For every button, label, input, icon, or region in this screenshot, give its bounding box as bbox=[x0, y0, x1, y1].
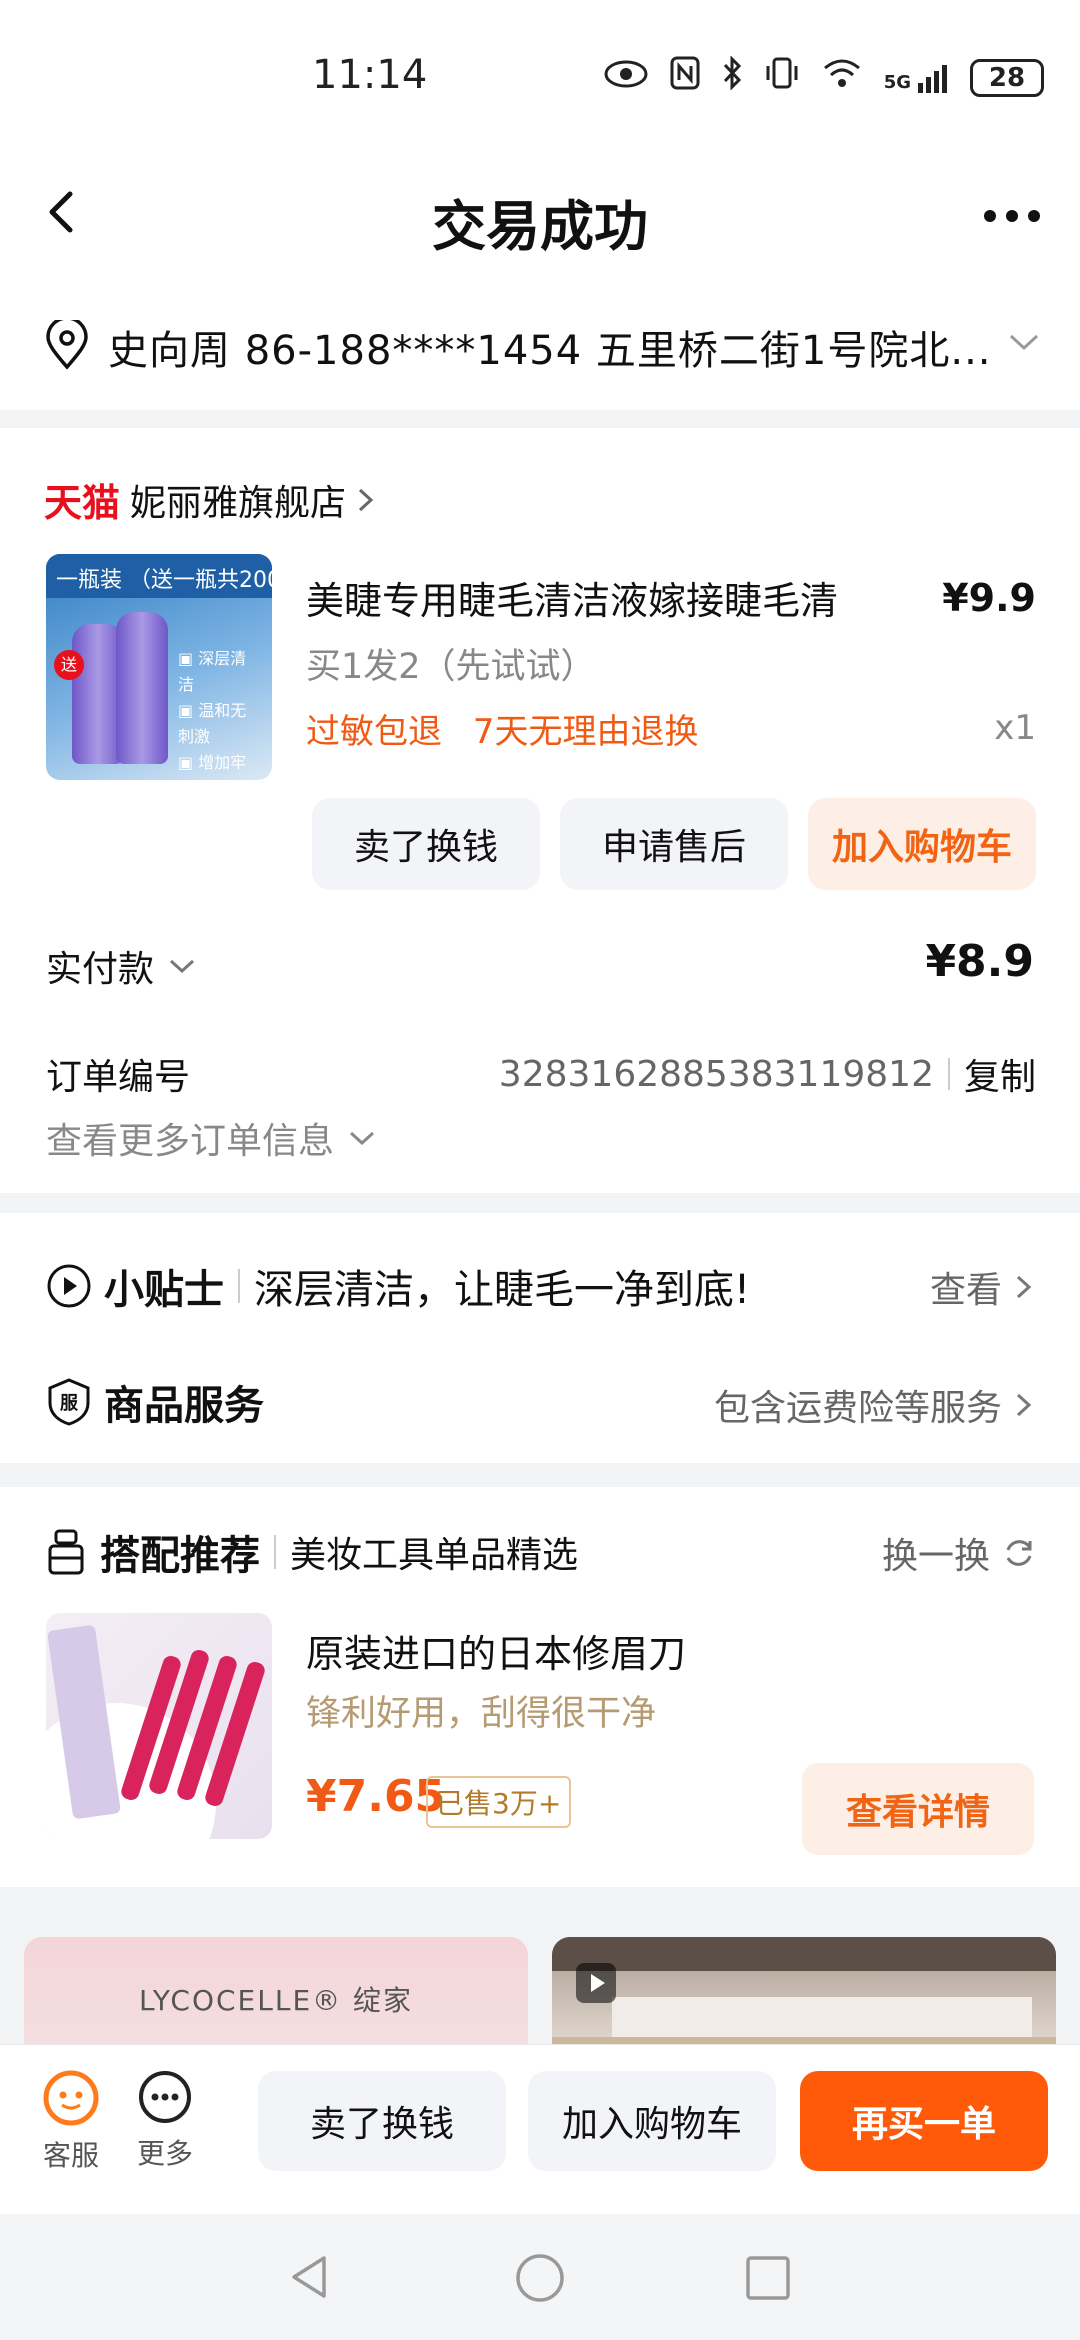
recommended-product-title[interactable]: 原装进口的日本修眉刀 bbox=[306, 1623, 686, 1678]
recommendation-label: 搭配推荐 bbox=[100, 1533, 260, 1579]
product-quantity: x1 bbox=[994, 708, 1036, 748]
shipping-address[interactable]: 史向周 86-188****1454 五里桥二街1号院北... bbox=[0, 270, 1080, 410]
chevron-right-icon bbox=[1016, 1275, 1032, 1299]
vibrate-icon bbox=[764, 56, 800, 99]
after-sale-button[interactable]: 申请售后 bbox=[560, 798, 788, 890]
recommendation-section: 搭配推荐 美妆工具单品精选 换一换 原装进口的日本修眉刀 锋利好用，刮得很干净 … bbox=[0, 1487, 1080, 1887]
view-details-button[interactable]: 查看详情 bbox=[802, 1763, 1034, 1855]
tmall-logo: 天猫 bbox=[44, 481, 121, 525]
dot-icon bbox=[1028, 210, 1040, 222]
square-recents-icon bbox=[746, 2256, 790, 2300]
refresh-icon bbox=[1006, 1540, 1032, 1566]
nav-recents-button[interactable] bbox=[744, 2254, 792, 2306]
product-image-badge: 一瓶装 （送一瓶共200ML） bbox=[46, 554, 272, 598]
add-to-cart-button[interactable]: 加入购物车 bbox=[808, 798, 1036, 890]
play-circle-icon bbox=[47, 1264, 91, 1308]
sell-for-cash-bottom-button[interactable]: 卖了换钱 bbox=[258, 2071, 506, 2171]
svg-text:服: 服 bbox=[60, 1393, 79, 1414]
chevron-down-icon bbox=[1008, 332, 1040, 356]
service-link[interactable]: 包含运费险等服务 bbox=[714, 1379, 1036, 1431]
chevron-right-icon bbox=[359, 488, 374, 511]
swap-label: 换一换 bbox=[881, 1536, 990, 1577]
service-row[interactable]: 服 商品服务 bbox=[46, 1373, 264, 1431]
nav-back-button[interactable] bbox=[284, 2252, 334, 2306]
paid-amount-toggle[interactable]: 实付款 bbox=[46, 940, 196, 992]
tips-view-link[interactable]: 查看 bbox=[930, 1261, 1036, 1313]
tips-label: 小贴士 bbox=[104, 1267, 224, 1313]
address-text: 史向周 86-188****1454 五里桥二街1号院北... bbox=[108, 328, 992, 374]
nav-home-button[interactable] bbox=[514, 2252, 566, 2308]
tag-allergy-refund: 过敏包退 bbox=[306, 712, 442, 752]
wifi-icon bbox=[822, 57, 862, 98]
feed-brand: LYCOCELLE® 绽家 bbox=[138, 1984, 414, 2017]
copy-button[interactable]: 复制 bbox=[964, 1048, 1036, 1100]
product-image[interactable]: 一瓶装 （送一瓶共200ML） ▣ 深层清洁▣ 温和无刺激▣ 增加牢固度 送 bbox=[46, 554, 272, 780]
store-header[interactable]: 天猫 妮丽雅旗舰店 bbox=[44, 472, 378, 527]
bluetooth-icon bbox=[722, 55, 742, 99]
product-sku: 买1发2（先试试） bbox=[306, 647, 596, 687]
dot-icon bbox=[984, 210, 996, 222]
nfc-icon bbox=[670, 56, 700, 99]
chevron-down-icon bbox=[350, 1131, 375, 1146]
sold-count-badge: 已售3万+ bbox=[426, 1776, 572, 1828]
bundle-icon bbox=[48, 1529, 84, 1575]
chevron-right-icon bbox=[1016, 1393, 1032, 1417]
store-name: 妮丽雅旗舰店 bbox=[130, 482, 347, 524]
order-card: 天猫 妮丽雅旗舰店 一瓶装 （送一瓶共200ML） ▣ 深层清洁▣ 温和无刺激▣… bbox=[0, 428, 1080, 1193]
tips-row[interactable]: 小贴士 深层清洁，让睫毛一净到底! bbox=[46, 1257, 750, 1315]
more-order-info[interactable]: 查看更多订单信息 bbox=[46, 1112, 376, 1164]
more-label: 更多 bbox=[136, 2137, 193, 2170]
more-options-button[interactable] bbox=[984, 210, 1040, 222]
recommended-product-image[interactable] bbox=[46, 1613, 272, 1839]
add-to-cart-bottom-button[interactable]: 加入购物车 bbox=[528, 2071, 776, 2171]
product-title[interactable]: 美睫专用睫毛清洁液嫁接睫毛清 bbox=[306, 570, 838, 625]
signal-icon: 5G bbox=[884, 63, 948, 93]
tips-text: 深层清洁，让睫毛一净到底! bbox=[254, 1267, 751, 1313]
recommendation-header: 搭配推荐 美妆工具单品精选 bbox=[46, 1523, 578, 1581]
status-bar: 11:14 5G 28 bbox=[0, 0, 1080, 160]
buy-again-button[interactable]: 再买一单 bbox=[800, 2071, 1048, 2171]
more-dots-icon bbox=[139, 2071, 191, 2123]
order-number-row: 3283162885383119812 复制 bbox=[499, 1048, 1036, 1100]
more-button[interactable]: 更多 bbox=[130, 2069, 200, 2172]
product-price: ¥9.9 bbox=[942, 576, 1036, 620]
eye-icon bbox=[604, 58, 648, 98]
triangle-back-icon bbox=[292, 2256, 326, 2298]
dot-icon bbox=[1006, 210, 1018, 222]
sell-for-cash-button[interactable]: 卖了换钱 bbox=[312, 798, 540, 890]
customer-service-label: 客服 bbox=[42, 2139, 99, 2172]
chevron-down-icon bbox=[170, 959, 195, 974]
tag-7day-return: 7天无理由退换 bbox=[472, 712, 699, 752]
recommendation-subtitle: 美妆工具单品精选 bbox=[290, 1535, 579, 1576]
location-pin-icon bbox=[44, 316, 90, 374]
status-time: 11:14 bbox=[312, 52, 428, 98]
video-play-icon bbox=[576, 1963, 616, 2003]
paid-label: 实付款 bbox=[46, 949, 155, 990]
service-text: 包含运费险等服务 bbox=[713, 1388, 1002, 1429]
customer-service-button[interactable]: 客服 bbox=[36, 2069, 106, 2174]
page-header: 交易成功 bbox=[0, 160, 1080, 270]
service-label: 商品服务 bbox=[104, 1383, 264, 1429]
customer-service-icon bbox=[43, 2070, 99, 2126]
circle-home-icon bbox=[516, 2254, 564, 2302]
refresh-recommendation-button[interactable]: 换一换 bbox=[882, 1527, 1036, 1579]
tips-section: 小贴士 深层清洁，让睫毛一净到底! 查看 服 商品服务 包含运费险等服务 bbox=[0, 1213, 1080, 1463]
service-shield-icon: 服 bbox=[48, 1378, 90, 1426]
page-title: 交易成功 bbox=[432, 195, 648, 258]
order-number-label: 订单编号 bbox=[46, 1057, 191, 1098]
recommended-product-desc: 锋利好用，刮得很干净 bbox=[306, 1694, 657, 1734]
tips-view-label: 查看 bbox=[929, 1270, 1002, 1311]
network-type: 5G bbox=[883, 71, 911, 93]
order-number: 3283162885383119812 bbox=[498, 1053, 934, 1095]
recommended-product-price: ¥7.65 bbox=[306, 1771, 446, 1822]
more-order-info-label: 查看更多订单信息 bbox=[46, 1121, 335, 1162]
bottom-action-bar: 客服 更多 卖了换钱 加入购物车 再买一单 bbox=[0, 2044, 1080, 2214]
status-icons: 5G 28 bbox=[604, 55, 1044, 99]
system-navigation-bar bbox=[0, 2214, 1080, 2340]
battery-indicator: 28 bbox=[970, 58, 1044, 97]
paid-amount: ¥8.9 bbox=[925, 936, 1034, 987]
product-tags: 过敏包退 7天无理由退换 bbox=[306, 704, 718, 753]
